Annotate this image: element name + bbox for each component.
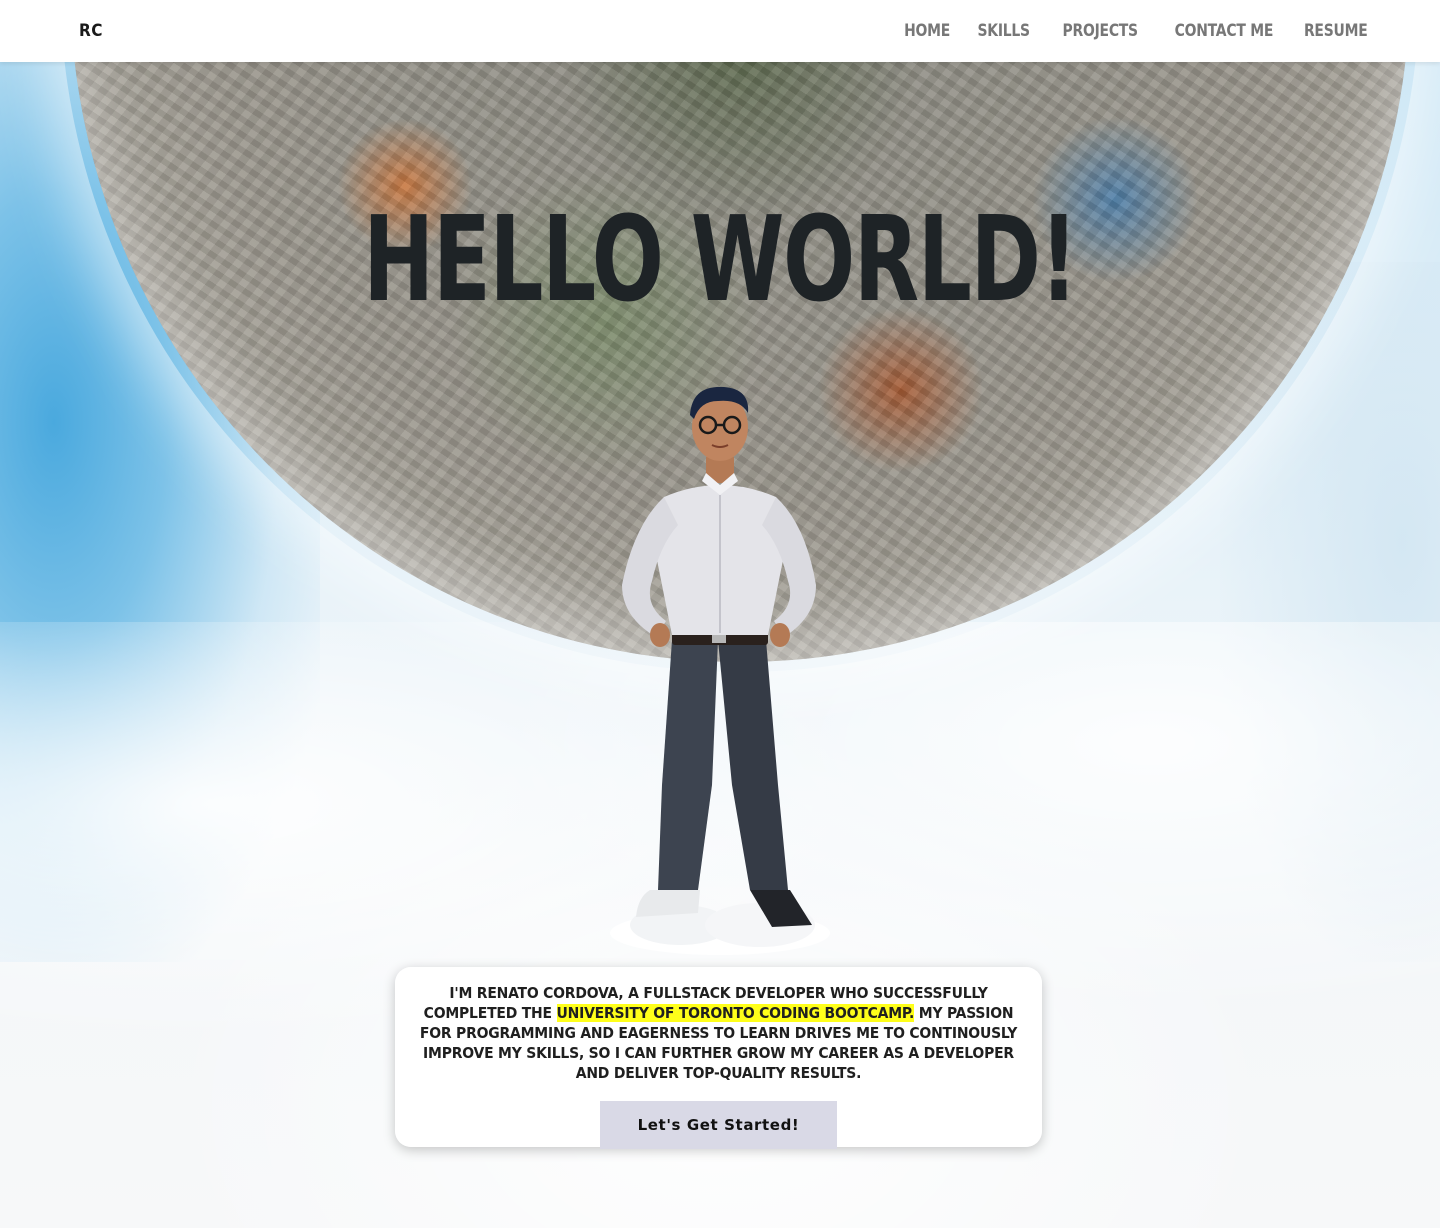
nav-link-projects[interactable]: PROJECTS xyxy=(1062,21,1138,41)
intro-paragraph: I'M RENATO CORDOVA, A FULLSTACK DEVELOPE… xyxy=(413,983,1024,1083)
avatar-illustration xyxy=(600,385,840,955)
hero-headline: HELLO WORLD! xyxy=(363,190,1078,328)
bootcamp-highlight: UNIVERSITY OF TORONTO CODING BOOTCAMP. xyxy=(556,1004,915,1022)
nav-link-skills[interactable]: SKILLS xyxy=(977,21,1030,41)
nav-link-home[interactable]: HOME xyxy=(904,21,950,41)
get-started-button[interactable]: Let's Get Started! xyxy=(600,1101,837,1149)
navbar: RC HOME SKILLS PROJECTS CONTACT ME RESUM… xyxy=(0,0,1440,62)
nav-link-resume[interactable]: RESUME xyxy=(1303,21,1367,41)
brand-logo[interactable]: RC xyxy=(79,21,103,41)
nav-link-contact-me[interactable]: CONTACT ME xyxy=(1175,21,1274,41)
nav-links: HOME SKILLS PROJECTS CONTACT ME RESUME xyxy=(894,21,1367,41)
intro-card: I'M RENATO CORDOVA, A FULLSTACK DEVELOPE… xyxy=(395,967,1042,1149)
